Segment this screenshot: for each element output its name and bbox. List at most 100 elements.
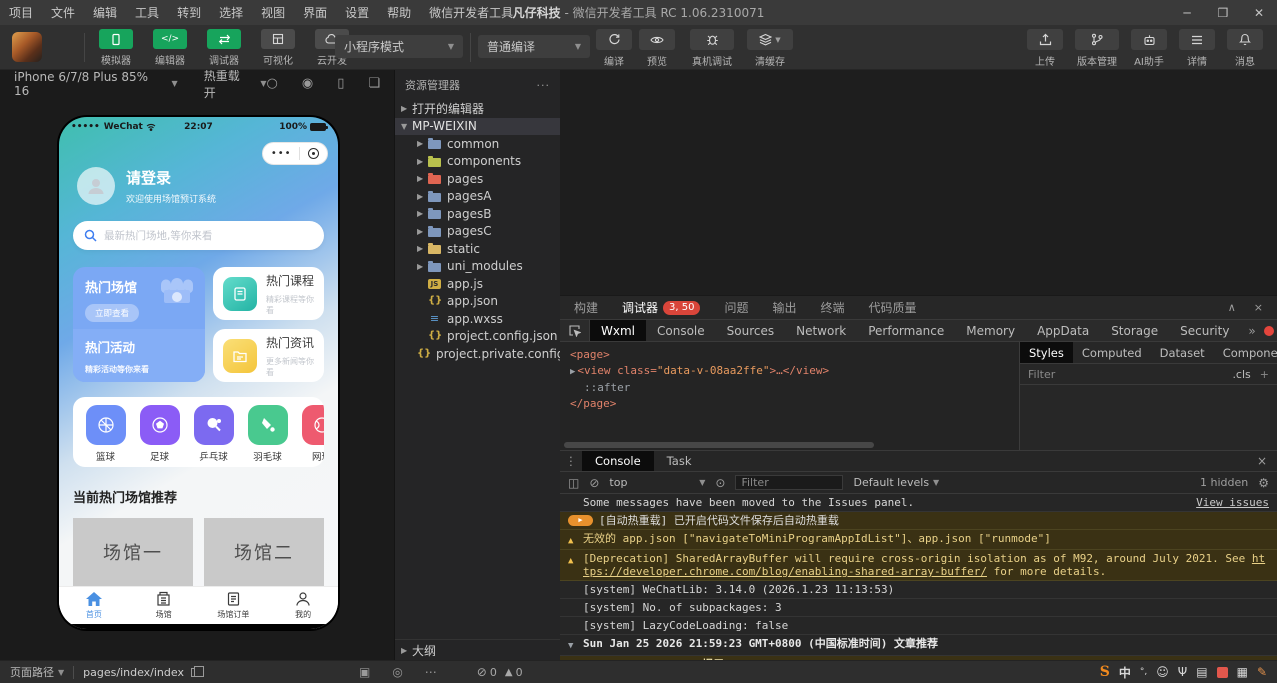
style-filter-input[interactable] bbox=[1028, 367, 1225, 381]
tab-storage[interactable]: Storage bbox=[1100, 320, 1169, 341]
menu-edit[interactable]: 编辑 bbox=[84, 4, 126, 21]
category-football[interactable]: 足球 bbox=[139, 405, 180, 467]
feedback-icon[interactable]: ▣ bbox=[359, 665, 370, 679]
toggle-class-button[interactable]: .cls bbox=[1232, 368, 1250, 381]
tab-security[interactable]: Security bbox=[1169, 320, 1240, 341]
console-group-message[interactable]: ▼ Sun Jan 25 2026 21:59:23 GMT+0800 (中国标… bbox=[560, 635, 1277, 656]
menu-select[interactable]: 选择 bbox=[210, 4, 252, 21]
swap-arrows-icon[interactable] bbox=[207, 29, 241, 49]
eye-live-expression-icon[interactable]: ⊙ bbox=[715, 476, 725, 490]
tab-terminal[interactable]: 终端 bbox=[821, 299, 845, 316]
tab-problems[interactable]: 问题 bbox=[724, 299, 748, 316]
eye-icon[interactable] bbox=[639, 29, 675, 50]
context-selector[interactable]: top ▼ bbox=[609, 476, 705, 489]
bug-icon[interactable] bbox=[690, 29, 734, 50]
console-message[interactable]: [system] LazyCodeLoading: false bbox=[560, 617, 1277, 635]
tree-project-root[interactable]: ▼ MP-WEIXIN bbox=[395, 117, 560, 135]
grid-apps-icon[interactable]: ▦ bbox=[1237, 665, 1248, 679]
tab-computed[interactable]: Computed bbox=[1073, 342, 1151, 363]
tab-sources[interactable]: Sources bbox=[716, 320, 785, 341]
tab-console-drawer[interactable]: Console bbox=[582, 451, 654, 471]
compile-action[interactable]: 编译 bbox=[596, 29, 632, 68]
close-button[interactable]: ✕ bbox=[1241, 6, 1277, 20]
menu-tools[interactable]: 工具 bbox=[126, 4, 168, 21]
console-message[interactable]: [system] WeChatLib: 3.14.0 (2026.1.23 11… bbox=[560, 581, 1277, 599]
tree-file-app-json[interactable]: app.json bbox=[395, 293, 560, 311]
tree-file-project-config[interactable]: project.config.json bbox=[395, 328, 560, 346]
clear-console-icon[interactable]: ⊘ bbox=[589, 476, 599, 490]
category-badminton[interactable]: 羽毛球 bbox=[247, 405, 288, 467]
current-page-path[interactable]: pages/index/index bbox=[83, 666, 184, 679]
tree-file-app-wxss[interactable]: app.wxss bbox=[395, 310, 560, 328]
console-message[interactable]: [system] No. of subpackages: 3 bbox=[560, 599, 1277, 617]
login-title[interactable]: 请登录 bbox=[126, 167, 216, 188]
category-pingpong[interactable]: 乒乓球 bbox=[193, 405, 234, 467]
bell-icon[interactable] bbox=[1227, 29, 1263, 50]
tree-folder-pagesB[interactable]: ▶ pagesB bbox=[395, 205, 560, 223]
tab-console[interactable]: Console bbox=[646, 320, 716, 341]
tab-memory[interactable]: Memory bbox=[955, 320, 1026, 341]
tab-appdata[interactable]: AppData bbox=[1026, 320, 1100, 341]
venue-card-1[interactable]: 场馆一 bbox=[73, 518, 193, 586]
hot-reload-select[interactable]: 热重载 开 bbox=[204, 67, 256, 101]
console-message[interactable]: ▶ [自动热重载] 已开启代码文件保存后自动热重载 bbox=[560, 512, 1277, 530]
mode-select-dropdown[interactable]: 小程序模式 ▼ bbox=[335, 35, 463, 58]
minimize-button[interactable]: ─ bbox=[1169, 6, 1205, 20]
tab-venues[interactable]: 场馆 bbox=[129, 587, 199, 624]
tab-network[interactable]: Network bbox=[785, 320, 857, 341]
phone-frame-icon[interactable]: ▯ bbox=[337, 76, 344, 91]
close-console-icon[interactable]: × bbox=[1257, 454, 1277, 468]
compile-mode-dropdown[interactable]: 普通编译 ▼ bbox=[478, 35, 590, 58]
log-levels-dropdown[interactable]: Default levels ▼ bbox=[853, 476, 939, 489]
menu-settings[interactable]: 设置 bbox=[336, 4, 378, 21]
activity-promo-section[interactable]: 热门活动 精彩活动等你来看 bbox=[73, 329, 205, 382]
ai-assistant-action[interactable]: AI助手 bbox=[1131, 29, 1167, 68]
menu-wechat-devtools[interactable]: 微信开发者工具 bbox=[420, 4, 522, 21]
preview-eye-icon[interactable]: ◎ bbox=[392, 665, 402, 679]
detach-window-icon[interactable]: ❏ bbox=[368, 76, 380, 91]
page-path-dropdown[interactable]: 页面路径 bbox=[10, 664, 54, 680]
sogou-ime-icon[interactable]: S bbox=[1100, 664, 1110, 680]
wxml-node-after-pseudo[interactable]: ::after bbox=[570, 380, 1019, 396]
horizontal-scrollbar[interactable] bbox=[564, 442, 874, 448]
default-avatar-icon[interactable] bbox=[77, 167, 115, 205]
record-icon[interactable]: ◉ bbox=[302, 76, 313, 91]
wxml-node-page-open[interactable]: <page> bbox=[570, 347, 1019, 363]
tab-code-quality[interactable]: 代码质量 bbox=[869, 299, 917, 316]
grid-layout-icon[interactable] bbox=[261, 29, 295, 49]
tab-performance[interactable]: Performance bbox=[857, 320, 955, 341]
mic-icon[interactable]: Ψ bbox=[1178, 665, 1187, 679]
outline-section[interactable]: ▶ 大纲 bbox=[395, 639, 560, 660]
chevron-down-icon[interactable]: ▼ bbox=[568, 641, 573, 651]
device-select[interactable]: iPhone 6/7/8 Plus 85% 16 bbox=[14, 70, 167, 98]
category-basketball[interactable]: 篮球 bbox=[85, 405, 126, 467]
tree-folder-components[interactable]: ▶ components bbox=[395, 153, 560, 171]
debugger-toggle[interactable]: 调试器 bbox=[203, 29, 245, 67]
course-promo-card[interactable]: 热门课程 精彩课程等你看 bbox=[213, 267, 324, 320]
preview-action[interactable]: 预览 bbox=[639, 29, 675, 68]
clear-cache-action[interactable]: ▼ 清缓存 bbox=[747, 29, 793, 68]
tab-component-data[interactable]: Component Data bbox=[1214, 342, 1277, 363]
emoji-icon[interactable]: ☺ bbox=[1156, 665, 1169, 679]
menu-file[interactable]: 文件 bbox=[42, 4, 84, 21]
tab-orders[interactable]: 场馆订单 bbox=[199, 587, 269, 624]
upload-icon[interactable] bbox=[1027, 29, 1063, 50]
tab-mine[interactable]: 我的 bbox=[268, 587, 338, 624]
git-branch-icon[interactable] bbox=[1075, 29, 1119, 50]
tree-folder-pagesA[interactable]: ▶ pagesA bbox=[395, 188, 560, 206]
user-avatar[interactable] bbox=[12, 32, 42, 62]
tab-debugger[interactable]: 调试器 3, 50 bbox=[622, 299, 701, 316]
wxml-node-view[interactable]: ▶ <view class="data-v-08aa2ffe">…</view> bbox=[570, 363, 1019, 380]
console-filter-input[interactable] bbox=[735, 475, 844, 490]
visual-toggle[interactable]: 可视化 bbox=[257, 29, 299, 67]
tab-output[interactable]: 输出 bbox=[773, 299, 797, 316]
tree-open-editors[interactable]: ▶ 打开的编辑器 bbox=[395, 100, 560, 118]
tree-folder-common[interactable]: ▶ common bbox=[395, 135, 560, 153]
tree-folder-pagesC[interactable]: ▶ pagesC bbox=[395, 223, 560, 241]
tab-dataset[interactable]: Dataset bbox=[1151, 342, 1214, 363]
version-control-action[interactable]: 版本管理 bbox=[1075, 29, 1119, 68]
menu-help[interactable]: 帮助 bbox=[378, 4, 420, 21]
new-style-rule-button[interactable]: + bbox=[1260, 368, 1269, 381]
tree-file-app-js[interactable]: app.js bbox=[395, 275, 560, 293]
inspect-element-icon[interactable] bbox=[560, 320, 590, 341]
